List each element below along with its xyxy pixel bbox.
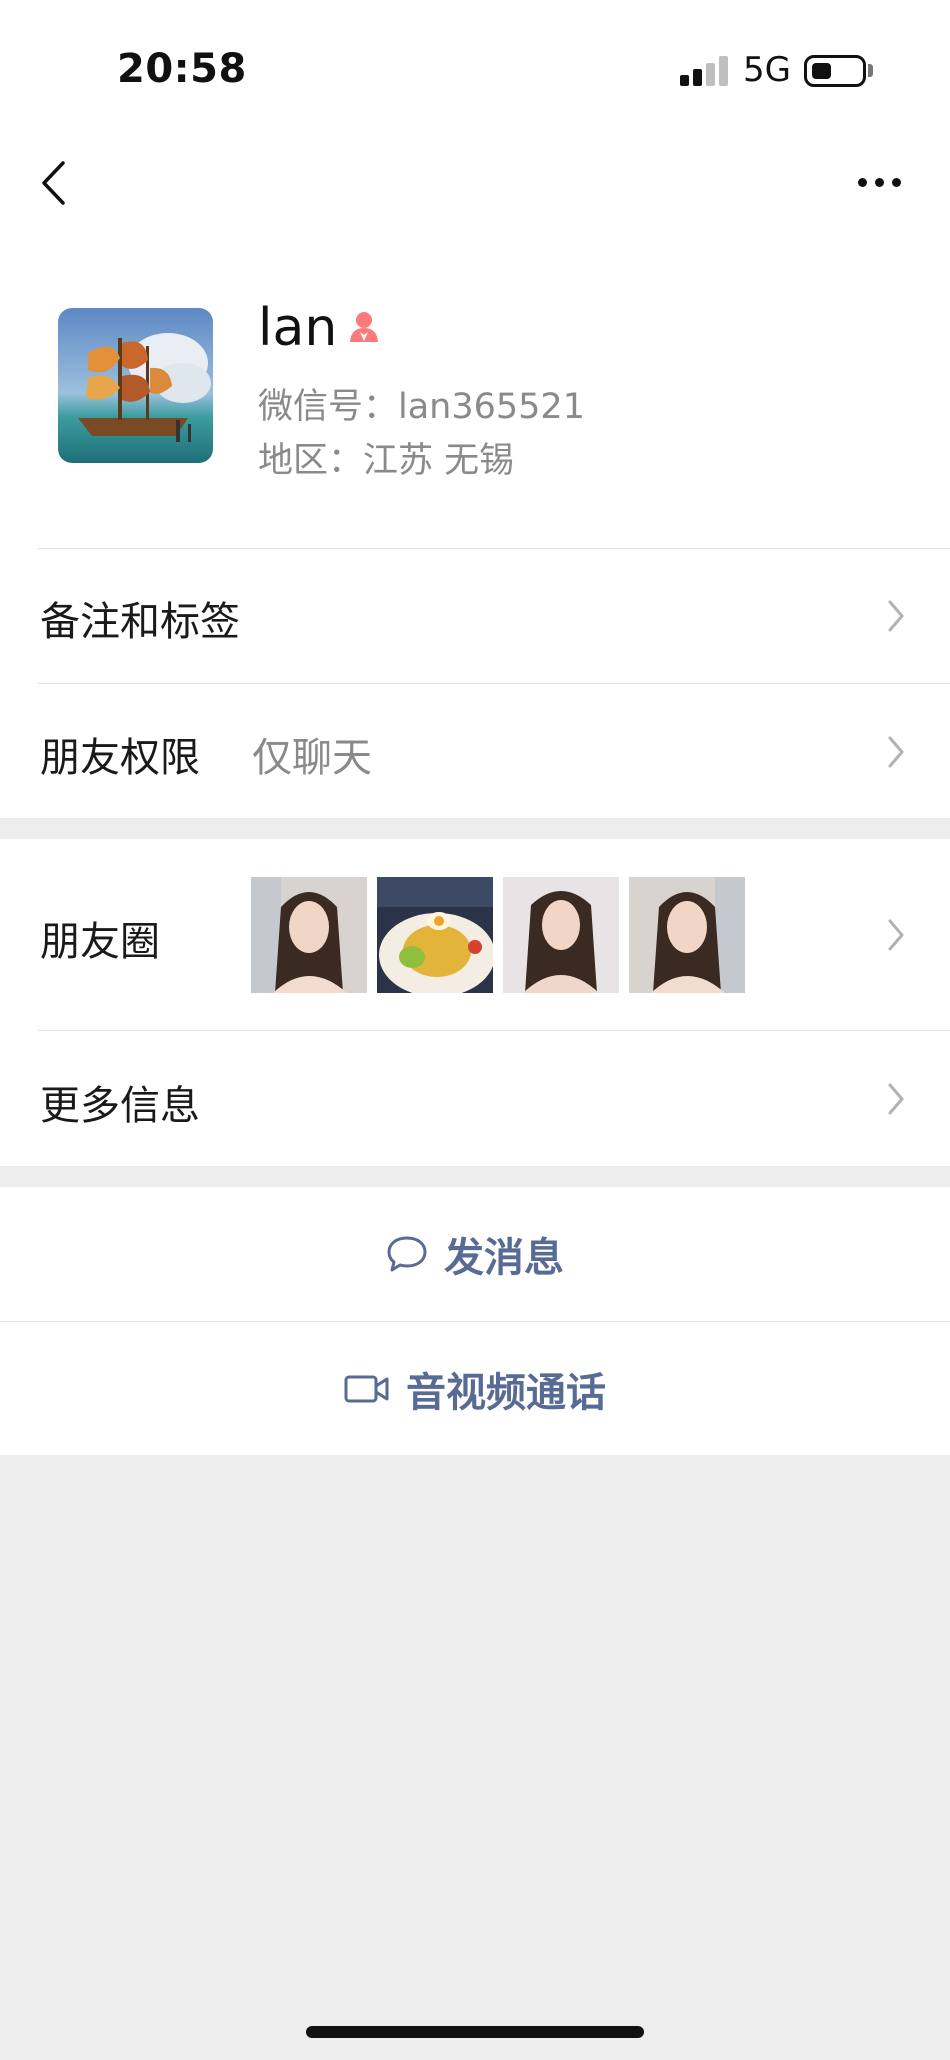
profile-name: lan xyxy=(258,298,338,358)
chevron-right-icon xyxy=(888,736,904,768)
female-gender-icon xyxy=(350,312,378,342)
status-bar: 20:58 5G xyxy=(0,0,950,140)
row-moments-label: 朋友圈 xyxy=(40,919,160,965)
row-more-info[interactable]: 更多信息 xyxy=(0,1031,950,1166)
moments-photo xyxy=(503,877,619,993)
row-friend-permissions-value: 仅聊天 xyxy=(252,735,372,781)
signal-icon xyxy=(680,56,730,86)
chevron-right-icon xyxy=(888,919,904,951)
network-type: 5G xyxy=(743,50,791,90)
send-message-label: 发消息 xyxy=(444,1235,564,1281)
more-icon[interactable] xyxy=(858,168,906,196)
moments-photo xyxy=(629,877,745,993)
battery-icon xyxy=(804,55,866,87)
video-camera-icon xyxy=(344,1375,389,1402)
section-gap xyxy=(0,818,950,839)
row-friend-permissions[interactable]: 朋友权限 仅聊天 xyxy=(0,684,950,818)
chevron-right-icon xyxy=(888,1083,904,1115)
home-indicator[interactable] xyxy=(306,2026,644,2038)
status-time: 20:58 xyxy=(117,46,247,92)
section-gap xyxy=(0,1166,950,1187)
av-call-label: 音视频通话 xyxy=(406,1369,606,1416)
row-friend-permissions-label: 朋友权限 xyxy=(40,735,200,781)
chat-bubble-icon xyxy=(387,1236,427,1272)
moments-photo xyxy=(377,877,493,993)
av-call-button[interactable]: 音视频通话 xyxy=(0,1322,950,1455)
row-remarks-tags-label: 备注和标签 xyxy=(40,599,240,645)
moments-photo xyxy=(251,877,367,993)
back-icon[interactable] xyxy=(36,160,76,206)
row-more-info-label: 更多信息 xyxy=(40,1083,200,1129)
row-remarks-tags[interactable]: 备注和标签 xyxy=(0,549,950,683)
battery-tip xyxy=(868,64,873,77)
avatar[interactable] xyxy=(58,308,213,463)
wechat-id: 微信号：lan365521 xyxy=(258,387,585,427)
region: 地区：江苏 无锡 xyxy=(258,441,515,481)
send-message-button[interactable]: 发消息 xyxy=(0,1187,950,1321)
chevron-right-icon xyxy=(888,600,904,632)
